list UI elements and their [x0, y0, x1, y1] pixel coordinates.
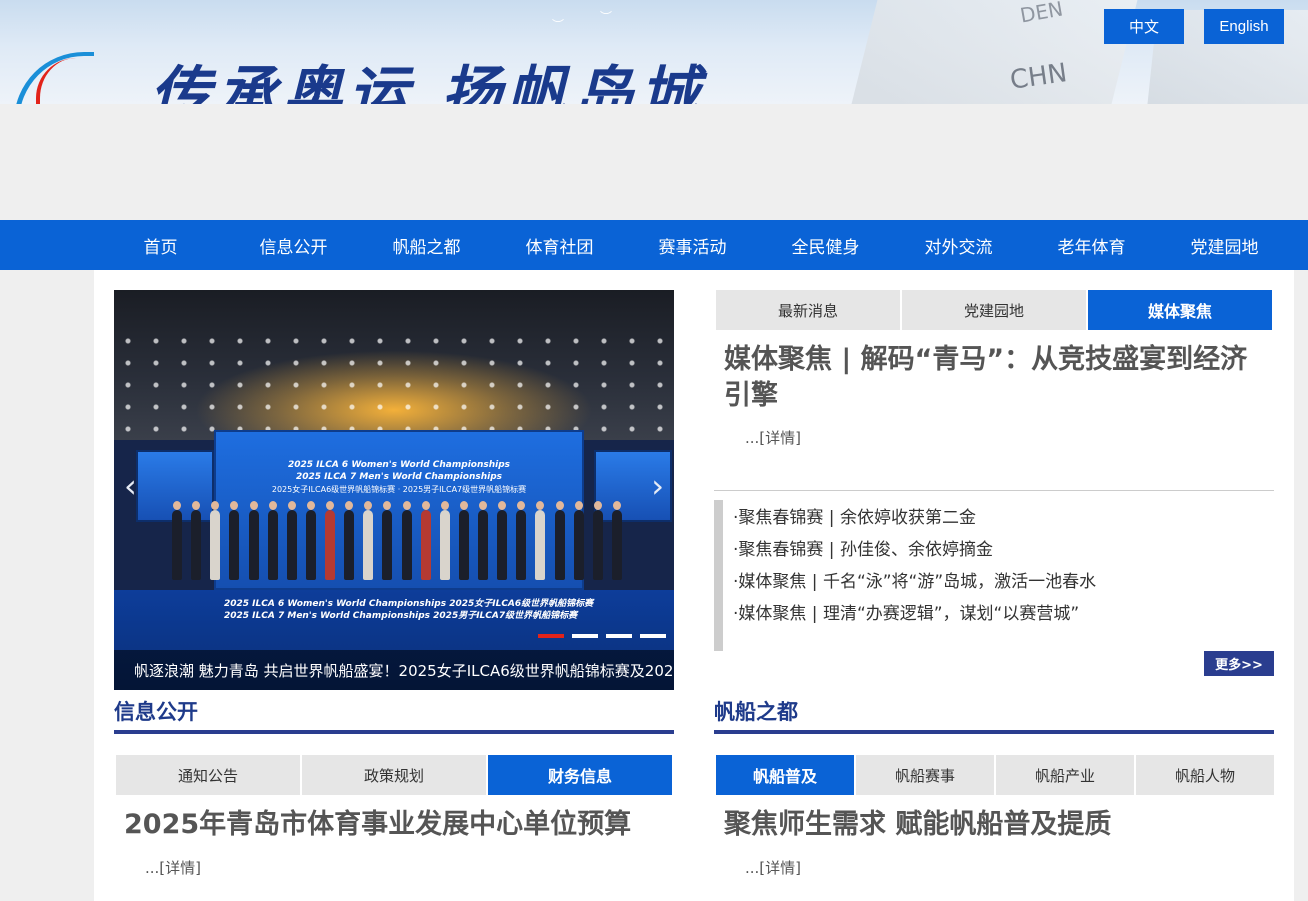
- carousel-dot[interactable]: [538, 634, 564, 638]
- sail-image: [832, 0, 1148, 104]
- screen-title-line1: 2025 ILCA 6 Women's World Championships: [287, 460, 511, 470]
- main-nav: 首页 信息公开 帆船之都 体育社团 赛事活动 全民健身 对外交流 老年体育 党建…: [0, 220, 1308, 270]
- tab-latest-news[interactable]: 最新消息: [716, 290, 900, 330]
- carousel-photo-group: [172, 500, 622, 580]
- news-carousel[interactable]: 2025 ILCA 6 Women's World Championships …: [114, 290, 674, 690]
- carousel-next-icon[interactable]: ›: [651, 470, 664, 502]
- info-headline[interactable]: 2025年青岛市体育事业发展中心单位预算: [124, 807, 672, 843]
- tab-party-building[interactable]: 党建园地: [902, 290, 1086, 330]
- news-list: ·聚焦春锦赛 | 余依婷收获第二金 ·聚焦春锦赛 | 孙佳俊、余依婷摘金 ·媒体…: [714, 500, 1274, 651]
- list-item[interactable]: ·媒体聚焦 | 千名“泳”将“游”岛城，激活一池春水: [733, 570, 1274, 602]
- info-detail-link[interactable]: ...[详情]: [145, 857, 201, 878]
- nav-item-fitness[interactable]: 全民健身: [759, 220, 892, 270]
- tab-finance[interactable]: 财务信息: [488, 755, 672, 795]
- tab-policy[interactable]: 政策规划: [302, 755, 486, 795]
- tab-media-focus[interactable]: 媒体聚焦: [1088, 290, 1272, 330]
- lang-english-button[interactable]: English: [1204, 9, 1284, 44]
- section-underline: [714, 730, 1274, 734]
- nav-item-events[interactable]: 赛事活动: [626, 220, 759, 270]
- header-slogan: 传承奥运 扬帆岛城: [150, 60, 705, 104]
- lang-chinese-button[interactable]: 中文: [1104, 9, 1184, 44]
- screen-title-line3: 2025女子ILCA6级世界帆船锦标赛 · 2025男子ILCA7级世界帆船锦标…: [271, 485, 527, 494]
- screen-title-line2: 2025 ILCA 7 Men's World Championships: [295, 472, 503, 482]
- carousel-caption[interactable]: 帆逐浪潮 魅力青岛 共启世界帆船盛宴！2025女子ILCA6级世界帆船锦标赛及2…: [114, 650, 674, 690]
- nav-item-senior-sports[interactable]: 老年体育: [1025, 220, 1158, 270]
- stage-banner-text-2: 2025 ILCA 7 Men's World Championships 20…: [224, 611, 578, 621]
- nav-item-info-disclosure[interactable]: 信息公开: [227, 220, 360, 270]
- seagull-icon: ︶: [552, 18, 565, 32]
- nav-item-sailing-city[interactable]: 帆船之都: [360, 220, 493, 270]
- list-item[interactable]: ·聚焦春锦赛 | 余依婷收获第二金: [733, 506, 1274, 538]
- sailing-headline[interactable]: 聚焦师生需求 赋能帆船普及提质: [724, 807, 1272, 843]
- tab-sailing-events[interactable]: 帆船赛事: [856, 755, 994, 795]
- sailing-detail-link[interactable]: ...[详情]: [745, 857, 801, 878]
- more-news-button[interactable]: 更多>>: [1204, 651, 1274, 676]
- section-title-sailing[interactable]: 帆船之都: [714, 696, 798, 726]
- carousel-dot[interactable]: [606, 634, 632, 638]
- tab-sailing-industry[interactable]: 帆船产业: [996, 755, 1134, 795]
- tab-notices[interactable]: 通知公告: [116, 755, 300, 795]
- nav-item-exchange[interactable]: 对外交流: [892, 220, 1025, 270]
- news-detail-link[interactable]: ...[详情]: [745, 427, 801, 448]
- seagull-icon: ︶: [600, 10, 613, 24]
- news-divider: [714, 490, 1274, 491]
- list-item[interactable]: ·聚焦春锦赛 | 孙佳俊、余依婷摘金: [733, 538, 1274, 570]
- section-underline: [114, 730, 674, 734]
- carousel-prev-icon[interactable]: ‹: [124, 470, 137, 502]
- carousel-photo-lights: [114, 330, 674, 440]
- carousel-dot[interactable]: [572, 634, 598, 638]
- list-item[interactable]: ·媒体聚焦 | 理清“办赛逻辑”，谋划“以赛营城”: [733, 602, 1274, 634]
- nav-item-party-building[interactable]: 党建园地: [1158, 220, 1291, 270]
- carousel-dots: [538, 634, 666, 638]
- nav-item-home[interactable]: 首页: [94, 220, 227, 270]
- news-headline[interactable]: 媒体聚焦 | 解码“青马”：从竞技盛宴到经济引擎: [724, 342, 1272, 414]
- section-title-info[interactable]: 信息公开: [114, 696, 198, 726]
- tab-sailing-popularization[interactable]: 帆船普及: [716, 755, 854, 795]
- nav-item-sports-clubs[interactable]: 体育社团: [493, 220, 626, 270]
- carousel-dot[interactable]: [640, 634, 666, 638]
- tab-sailing-people[interactable]: 帆船人物: [1136, 755, 1274, 795]
